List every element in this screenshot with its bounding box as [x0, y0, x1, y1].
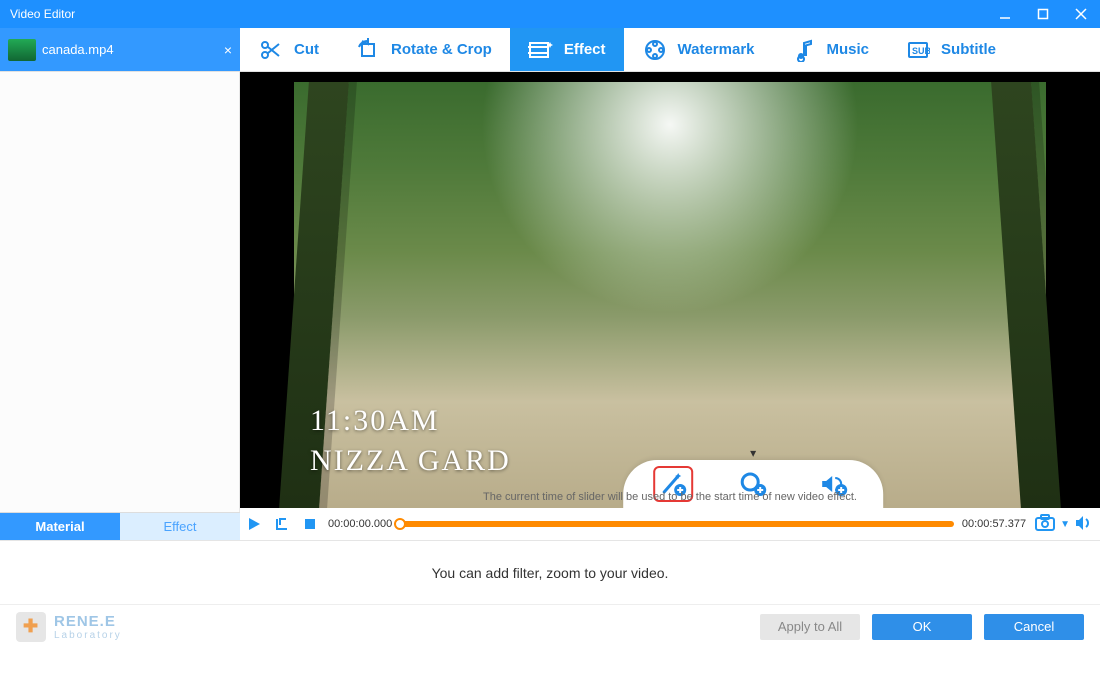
footer: ✚ RENE.E Laboratory Apply to All OK Canc… [0, 604, 1100, 648]
brand-logo: ✚ RENE.E Laboratory [16, 612, 122, 642]
tab-music[interactable]: Music [773, 28, 888, 71]
cancel-button[interactable]: Cancel [984, 614, 1084, 640]
svg-text:SUB: SUB [912, 46, 930, 56]
film-reel-icon [642, 37, 668, 63]
tab-label: Watermark [678, 41, 755, 58]
preview-panel: 11:30AM NIZZA GARD ▾ The current time of… [240, 72, 1100, 540]
sub-tabs: Material Effect [0, 512, 240, 540]
toolbar: canada.mp4 × Cut Rotate & Crop Effect W [0, 28, 1100, 72]
main-tabs: Cut Rotate & Crop Effect Watermark Music [240, 28, 1100, 71]
chevron-down-icon[interactable]: ▼ [1060, 519, 1070, 530]
tab-cut[interactable]: Cut [240, 28, 337, 71]
time-start: 00:00:00.000 [328, 518, 392, 530]
maximize-button[interactable] [1024, 0, 1062, 28]
file-thumbnail [8, 39, 36, 61]
file-name: canada.mp4 [42, 42, 114, 57]
tab-label: Music [827, 41, 870, 58]
file-tab[interactable]: canada.mp4 × [0, 28, 240, 71]
apply-to-all-button[interactable]: Apply to All [760, 614, 860, 640]
bottom-area: You can add filter, zoom to your video. … [0, 540, 1100, 648]
tab-label: Effect [564, 41, 606, 58]
tab-label: Cut [294, 41, 319, 58]
overlay-place-text: NIZZA GARD [310, 444, 511, 478]
timeline-knob[interactable] [394, 518, 406, 530]
bottom-hint: You can add filter, zoom to your video. [0, 541, 1100, 604]
timeline: The current time of slider will be used … [240, 508, 1100, 540]
scissors-icon [258, 37, 284, 63]
close-button[interactable] [1062, 0, 1100, 28]
window-title: Video Editor [10, 7, 75, 21]
subtab-effect[interactable]: Effect [120, 513, 240, 540]
tab-rotate-crop[interactable]: Rotate & Crop [337, 28, 510, 71]
ok-button[interactable]: OK [872, 614, 972, 640]
brand-sub: Laboratory [54, 630, 122, 641]
tab-effect[interactable]: Effect [510, 28, 624, 71]
play-button[interactable] [244, 514, 264, 534]
timeline-track[interactable] [400, 521, 954, 527]
minimize-button[interactable] [986, 0, 1024, 28]
filmstrip-sparkle-icon [528, 37, 554, 63]
tab-subtitle[interactable]: SUB Subtitle [887, 28, 1014, 71]
overlay-time-text: 11:30AM [310, 404, 440, 438]
volume-button[interactable] [1074, 515, 1092, 534]
main-area: Material Effect 11:30AM NIZZA GARD ▾ [0, 72, 1100, 540]
music-note-icon [791, 37, 817, 63]
brand-icon: ✚ [16, 612, 46, 642]
video-preview[interactable]: 11:30AM NIZZA GARD ▾ [240, 72, 1100, 508]
subtab-material[interactable]: Material [0, 513, 120, 540]
stop-button[interactable] [300, 514, 320, 534]
tab-watermark[interactable]: Watermark [624, 28, 773, 71]
tab-label: Rotate & Crop [391, 41, 492, 58]
effect-list[interactable] [0, 72, 240, 512]
titlebar: Video Editor [0, 0, 1100, 28]
subtitle-icon: SUB [905, 37, 931, 63]
chevron-down-icon[interactable]: ▾ [750, 446, 756, 460]
timeline-hint: The current time of slider will be used … [240, 491, 1100, 503]
step-frame-button[interactable] [272, 514, 292, 534]
file-tab-close-icon[interactable]: × [224, 42, 232, 58]
left-panel: Material Effect [0, 72, 240, 540]
preview-image: 11:30AM NIZZA GARD [294, 82, 1046, 508]
crop-rotate-icon [355, 37, 381, 63]
tab-label: Subtitle [941, 41, 996, 58]
brand-name: RENE.E [54, 613, 116, 630]
snapshot-button[interactable] [1034, 514, 1056, 535]
time-end: 00:00:57.377 [962, 518, 1026, 530]
